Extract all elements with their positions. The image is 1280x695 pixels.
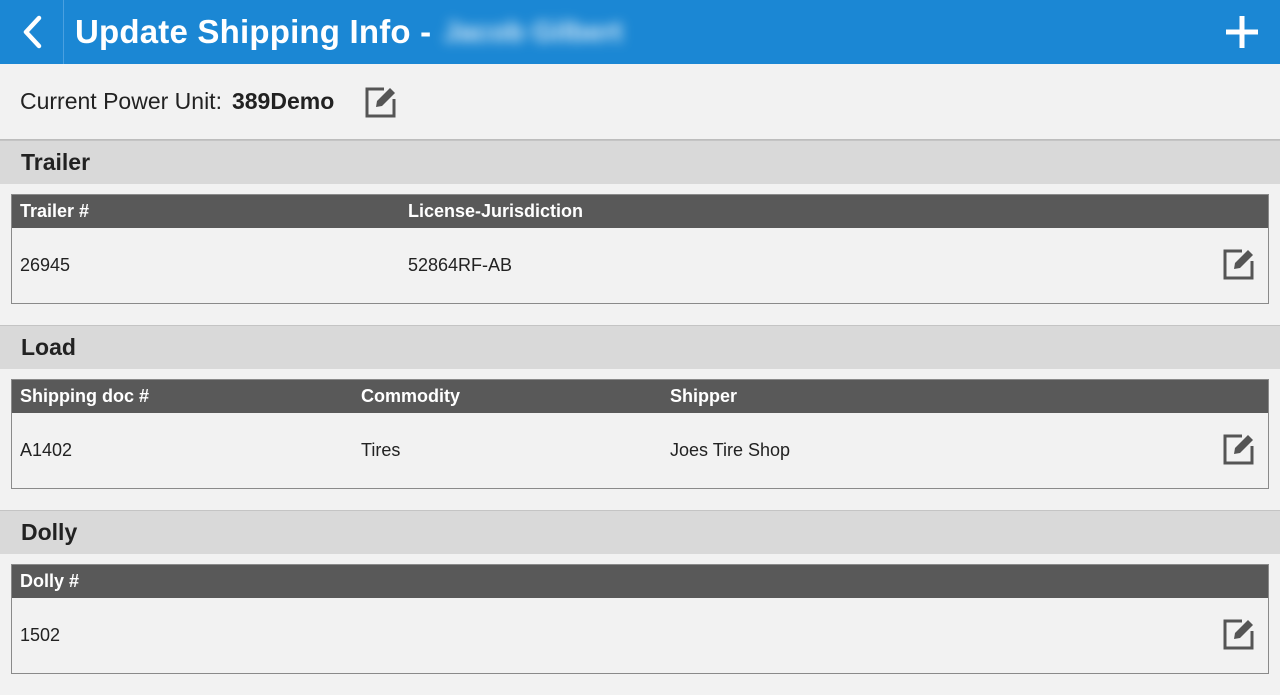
page-title: Update Shipping Info - [75, 13, 432, 50]
shipping-doc-cell: A1402 [20, 440, 73, 460]
trailer-table: Trailer # License-Jurisdiction 26945 528… [11, 194, 1269, 304]
column-header-trailer-number: Trailer # [20, 201, 90, 221]
load-table-header: Shipping doc # Commodity Shipper [12, 380, 1268, 413]
load-table: Shipping doc # Commodity Shipper A1402 T… [11, 379, 1269, 489]
table-row[interactable]: 26945 52864RF-AB [12, 228, 1268, 303]
dolly-table-header: Dolly # [12, 565, 1268, 598]
power-unit-label: Current Power Unit: [20, 88, 222, 114]
power-unit-value: 389Demo [231, 88, 335, 114]
edit-load-button[interactable] [1222, 432, 1256, 466]
add-button[interactable] [1222, 12, 1262, 52]
edit-icon [1223, 434, 1254, 465]
column-header-dolly-number: Dolly # [20, 571, 80, 591]
edit-icon [1223, 249, 1254, 280]
chevron-left-icon [23, 15, 41, 49]
load-section-title: Load [0, 325, 1280, 369]
dolly-table: Dolly # 1502 [11, 564, 1269, 674]
app-bar: Update Shipping Info - Jacob Gilbert [0, 0, 1280, 64]
table-row[interactable]: 1502 [12, 598, 1268, 673]
column-header-commodity: Commodity [361, 386, 460, 406]
trailer-number-cell: 26945 [20, 255, 71, 275]
column-header-shipping-doc: Shipping doc # [20, 386, 149, 406]
column-header-license-jurisdiction: License-Jurisdiction [408, 201, 584, 221]
license-jurisdiction-cell: 52864RF-AB [408, 255, 513, 275]
dolly-number-cell: 1502 [20, 625, 61, 645]
trailer-section-title: Trailer [0, 140, 1280, 184]
edit-icon [1223, 619, 1254, 650]
trailer-table-header: Trailer # License-Jurisdiction [12, 195, 1268, 228]
edit-dolly-button[interactable] [1222, 617, 1256, 651]
power-unit-row: Current Power Unit: 389Demo [0, 64, 1280, 140]
edit-trailer-button[interactable] [1222, 247, 1256, 281]
dolly-section-title: Dolly [0, 510, 1280, 554]
column-header-shipper: Shipper [670, 386, 738, 406]
back-button[interactable] [0, 0, 64, 64]
plus-icon [1226, 16, 1258, 48]
edit-power-unit-button[interactable] [364, 85, 398, 119]
commodity-cell: Tires [361, 440, 401, 460]
shipper-cell: Joes Tire Shop [670, 440, 791, 460]
table-row[interactable]: A1402 Tires Joes Tire Shop [12, 413, 1268, 488]
edit-icon [365, 87, 396, 117]
driver-name: Jacob Gilbert [443, 16, 623, 47]
